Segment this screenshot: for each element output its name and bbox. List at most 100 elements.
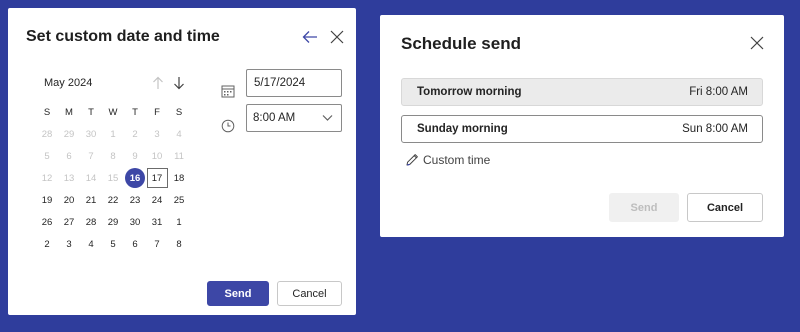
calendar-day[interactable]: 21 bbox=[80, 189, 102, 211]
calendar-day[interactable]: 25 bbox=[168, 189, 190, 211]
calendar-day-number: 29 bbox=[107, 216, 119, 228]
calendar-day: 29 bbox=[58, 123, 80, 145]
time-dropdown[interactable]: 8:00 AM bbox=[246, 104, 342, 132]
calendar-day-number: 2 bbox=[44, 238, 50, 250]
weekday-header: W bbox=[108, 106, 118, 118]
calendar-day[interactable]: 5 bbox=[102, 233, 124, 255]
weekday-header: T bbox=[88, 106, 94, 118]
calendar-day-today[interactable]: 17 bbox=[146, 167, 168, 189]
calendar-day[interactable]: 1 bbox=[168, 211, 190, 233]
calendar-day[interactable]: 2 bbox=[36, 233, 58, 255]
chevron-down-icon bbox=[322, 115, 333, 121]
calendar-day: 7 bbox=[80, 145, 102, 167]
weekday-header: T bbox=[132, 106, 138, 118]
option-time: Sun 8:00 AM bbox=[682, 123, 748, 135]
calendar-day-number: 29 bbox=[63, 128, 75, 140]
time-dropdown-value: 8:00 AM bbox=[253, 112, 296, 124]
calendar-day[interactable]: 6 bbox=[124, 233, 146, 255]
calendar-day: 5 bbox=[36, 145, 58, 167]
calendar-day: 14 bbox=[80, 167, 102, 189]
calendar-day-number: 14 bbox=[85, 172, 97, 184]
previous-month-icon[interactable] bbox=[152, 76, 164, 90]
calendar-day-number: 5 bbox=[110, 238, 116, 250]
calendar-day-number: 16 bbox=[125, 168, 145, 188]
calendar-day: 2 bbox=[124, 123, 146, 145]
send-button[interactable]: Send bbox=[609, 193, 679, 222]
calendar-day: 4 bbox=[168, 123, 190, 145]
calendar-day-number: 20 bbox=[63, 194, 75, 206]
close-icon[interactable] bbox=[750, 36, 764, 50]
calendar-day: 11 bbox=[168, 145, 190, 167]
calendar-day-number: 1 bbox=[176, 216, 182, 228]
calendar-day-number: 19 bbox=[41, 194, 53, 206]
option-label: Sunday morning bbox=[417, 123, 508, 135]
calendar-day-number: 8 bbox=[110, 150, 116, 162]
calendar-day-number: 6 bbox=[66, 150, 72, 162]
calendar-day[interactable]: 20 bbox=[58, 189, 80, 211]
calendar-day: 9 bbox=[124, 145, 146, 167]
calendar-icon bbox=[221, 85, 235, 98]
calendar-day-number: 25 bbox=[173, 194, 185, 206]
calendar-day-number: 21 bbox=[85, 194, 97, 206]
dialog-title: Set custom date and time bbox=[26, 28, 220, 45]
calendar-day[interactable]: 27 bbox=[58, 211, 80, 233]
calendar-day-number: 11 bbox=[174, 150, 184, 162]
calendar-day[interactable]: 4 bbox=[80, 233, 102, 255]
calendar-day-number: 17 bbox=[146, 168, 168, 188]
calendar-day-number: 7 bbox=[88, 150, 94, 162]
calendar-day: 15 bbox=[102, 167, 124, 189]
calendar-day[interactable]: 23 bbox=[124, 189, 146, 211]
weekday-header: S bbox=[175, 106, 183, 118]
calendar-day-number: 6 bbox=[132, 238, 138, 250]
calendar-day[interactable]: 24 bbox=[146, 189, 168, 211]
calendar-day-number: 30 bbox=[85, 128, 97, 140]
calendar-day-number: 12 bbox=[41, 172, 53, 184]
custom-time-label: Custom time bbox=[423, 153, 491, 167]
calendar-day[interactable]: 29 bbox=[102, 211, 124, 233]
calendar-month-label: May 2024 bbox=[44, 77, 93, 89]
next-month-icon[interactable] bbox=[173, 76, 185, 90]
calendar-day-number: 27 bbox=[63, 216, 75, 228]
cancel-button[interactable]: Cancel bbox=[277, 281, 342, 306]
back-arrow-icon[interactable] bbox=[302, 30, 318, 44]
calendar-day: 30 bbox=[80, 123, 102, 145]
calendar-day: 10 bbox=[146, 145, 168, 167]
calendar-day[interactable]: 7 bbox=[146, 233, 168, 255]
calendar-day[interactable]: 8 bbox=[168, 233, 190, 255]
calendar-day-number: 10 bbox=[151, 150, 163, 162]
calendar-day: 13 bbox=[58, 167, 80, 189]
calendar-day[interactable]: 31 bbox=[146, 211, 168, 233]
dialog-title: Schedule send bbox=[401, 34, 521, 53]
calendar-day-number: 3 bbox=[154, 128, 160, 140]
calendar-day-selected[interactable]: 16 bbox=[124, 167, 146, 189]
option-time: Fri 8:00 AM bbox=[689, 86, 748, 98]
calendar-day: 6 bbox=[58, 145, 80, 167]
calendar-day-number: 9 bbox=[132, 150, 138, 162]
clock-icon bbox=[221, 119, 235, 133]
calendar-day[interactable]: 18 bbox=[168, 167, 190, 189]
option-tomorrow-morning[interactable]: Tomorrow morning Fri 8:00 AM bbox=[401, 78, 763, 106]
close-icon[interactable] bbox=[330, 30, 344, 44]
date-input[interactable]: 5/17/2024 bbox=[246, 69, 342, 97]
calendar-day-number: 5 bbox=[44, 150, 50, 162]
calendar-day: 8 bbox=[102, 145, 124, 167]
option-sunday-morning[interactable]: Sunday morning Sun 8:00 AM bbox=[401, 115, 763, 143]
calendar-day[interactable]: 30 bbox=[124, 211, 146, 233]
calendar-day-number: 18 bbox=[173, 172, 185, 184]
calendar-day-number: 4 bbox=[88, 238, 94, 250]
calendar-day[interactable]: 22 bbox=[102, 189, 124, 211]
calendar-day[interactable]: 26 bbox=[36, 211, 58, 233]
calendar-day-number: 2 bbox=[132, 128, 138, 140]
calendar-day[interactable]: 28 bbox=[80, 211, 102, 233]
send-button[interactable]: Send bbox=[207, 281, 269, 306]
calendar-day-number: 24 bbox=[151, 194, 163, 206]
cancel-button[interactable]: Cancel bbox=[687, 193, 763, 222]
custom-time-link[interactable]: Custom time bbox=[404, 152, 490, 168]
calendar-day[interactable]: 19 bbox=[36, 189, 58, 211]
calendar-day[interactable]: 3 bbox=[58, 233, 80, 255]
calendar-day-number: 8 bbox=[176, 238, 182, 250]
calendar-day-number: 4 bbox=[176, 128, 182, 140]
calendar-day-number: 28 bbox=[85, 216, 97, 228]
calendar-day-number: 1 bbox=[110, 128, 116, 140]
calendar-day-number: 23 bbox=[129, 194, 141, 206]
